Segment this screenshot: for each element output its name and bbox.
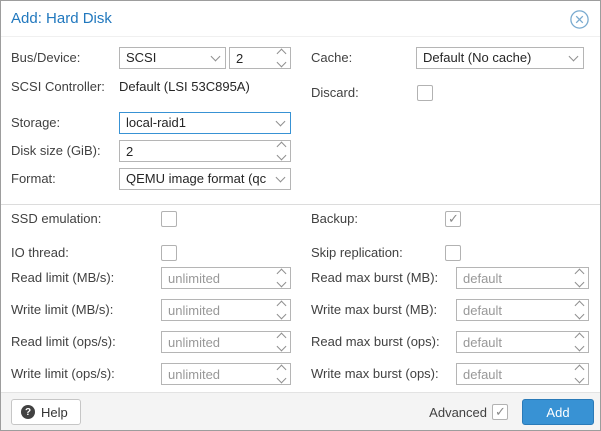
spinner-buttons[interactable]: [570, 364, 588, 384]
chevron-down-icon[interactable]: [574, 278, 584, 288]
chevron-down-icon[interactable]: [574, 310, 584, 320]
question-icon: ?: [21, 405, 35, 419]
bus-device-combo[interactable]: SCSI: [119, 47, 226, 69]
discard-checkbox[interactable]: [417, 85, 433, 101]
bus-device-combo-value: SCSI: [120, 48, 205, 68]
chevron-down-icon[interactable]: [574, 342, 584, 352]
chevron-down-icon[interactable]: [276, 151, 286, 161]
write-limit-ops-label: Write limit (ops/s):: [11, 363, 115, 385]
write-limit-mb-spinner[interactable]: [161, 299, 291, 321]
spinner-buttons[interactable]: [570, 300, 588, 320]
read-limit-mb-spinner[interactable]: [161, 267, 291, 289]
write-max-burst-mb-spinner[interactable]: [456, 299, 589, 321]
ssd-emulation-checkbox[interactable]: [161, 211, 177, 227]
add-hard-disk-dialog: Add: Hard Disk Bus/Device: SCSI SCSI Con…: [0, 0, 601, 431]
format-combo[interactable]: QEMU image format (qc: [119, 168, 291, 190]
section-divider: [1, 204, 600, 205]
bus-device-label: Bus/Device:: [11, 47, 80, 69]
ssd-emulation-label: SSD emulation:: [11, 208, 101, 230]
close-icon[interactable]: [570, 10, 589, 29]
read-limit-mb-label: Read limit (MB/s):: [11, 267, 114, 289]
read-limit-mb-input[interactable]: [162, 268, 272, 288]
read-max-burst-mb-spinner[interactable]: [456, 267, 589, 289]
read-max-burst-ops-input[interactable]: [457, 332, 570, 352]
footer-bar: ? Help Advanced Add: [1, 392, 600, 430]
scsi-controller-label: SCSI Controller:: [11, 76, 105, 98]
chevron-down-icon[interactable]: [276, 58, 286, 68]
cache-combo-value: Default (No cache): [417, 48, 563, 68]
write-limit-mb-label: Write limit (MB/s):: [11, 299, 113, 321]
io-thread-label: IO thread:: [11, 242, 69, 264]
read-max-burst-mb-label: Read max burst (MB):: [311, 267, 438, 289]
write-limit-ops-spinner[interactable]: [161, 363, 291, 385]
spinner-buttons[interactable]: [272, 332, 290, 352]
read-limit-ops-spinner[interactable]: [161, 331, 291, 353]
disk-size-label: Disk size (GiB):: [11, 140, 101, 162]
write-max-burst-ops-label: Write max burst (ops):: [311, 363, 439, 385]
spinner-buttons[interactable]: [570, 268, 588, 288]
io-thread-checkbox[interactable]: [161, 245, 177, 261]
write-max-burst-ops-input[interactable]: [457, 364, 570, 384]
disk-size-spinner[interactable]: [119, 140, 291, 162]
chevron-down-icon[interactable]: [574, 374, 584, 384]
read-max-burst-ops-spinner[interactable]: [456, 331, 589, 353]
storage-combo[interactable]: local-raid1: [119, 112, 291, 134]
write-limit-ops-input[interactable]: [162, 364, 272, 384]
backup-checkbox[interactable]: [445, 211, 461, 227]
cache-combo[interactable]: Default (No cache): [416, 47, 584, 69]
format-label: Format:: [11, 168, 56, 190]
chevron-down-icon[interactable]: [205, 48, 225, 68]
read-max-burst-mb-input[interactable]: [457, 268, 570, 288]
disk-size-input[interactable]: [120, 141, 272, 161]
spinner-buttons[interactable]: [272, 364, 290, 384]
help-button[interactable]: ? Help: [11, 399, 81, 425]
chevron-down-icon[interactable]: [276, 310, 286, 320]
skip-replication-checkbox[interactable]: [445, 245, 461, 261]
write-max-burst-mb-input[interactable]: [457, 300, 570, 320]
help-button-label: Help: [41, 405, 68, 420]
chevron-down-icon[interactable]: [276, 342, 286, 352]
chevron-down-icon[interactable]: [276, 374, 286, 384]
storage-label: Storage:: [11, 112, 60, 134]
write-limit-mb-input[interactable]: [162, 300, 272, 320]
write-max-burst-mb-label: Write max burst (MB):: [311, 299, 437, 321]
bus-device-number-input[interactable]: [230, 48, 272, 68]
format-combo-value: QEMU image format (qc: [120, 169, 270, 189]
write-max-burst-ops-spinner[interactable]: [456, 363, 589, 385]
spinner-buttons[interactable]: [272, 48, 290, 68]
title-bar: Add: Hard Disk: [1, 1, 600, 37]
spinner-buttons[interactable]: [570, 332, 588, 352]
advanced-checkbox[interactable]: [492, 404, 508, 420]
advanced-label: Advanced: [429, 405, 487, 420]
read-limit-ops-input[interactable]: [162, 332, 272, 352]
discard-label: Discard:: [311, 82, 359, 104]
chevron-down-icon[interactable]: [270, 113, 290, 133]
chevron-down-icon[interactable]: [270, 169, 290, 189]
spinner-buttons[interactable]: [272, 300, 290, 320]
scsi-controller-value: Default (LSI 53C895A): [119, 76, 250, 98]
skip-replication-label: Skip replication:: [311, 242, 403, 264]
chevron-down-icon[interactable]: [276, 278, 286, 288]
read-max-burst-ops-label: Read max burst (ops):: [311, 331, 440, 353]
spinner-buttons[interactable]: [272, 268, 290, 288]
storage-combo-value: local-raid1: [120, 113, 270, 133]
cache-label: Cache:: [311, 47, 352, 69]
spinner-buttons[interactable]: [272, 141, 290, 161]
add-button[interactable]: Add: [522, 399, 594, 425]
backup-label: Backup:: [311, 208, 358, 230]
read-limit-ops-label: Read limit (ops/s):: [11, 331, 116, 353]
dialog-title: Add: Hard Disk: [11, 10, 112, 27]
chevron-down-icon[interactable]: [563, 48, 583, 68]
bus-device-number-spinner[interactable]: [229, 47, 291, 69]
